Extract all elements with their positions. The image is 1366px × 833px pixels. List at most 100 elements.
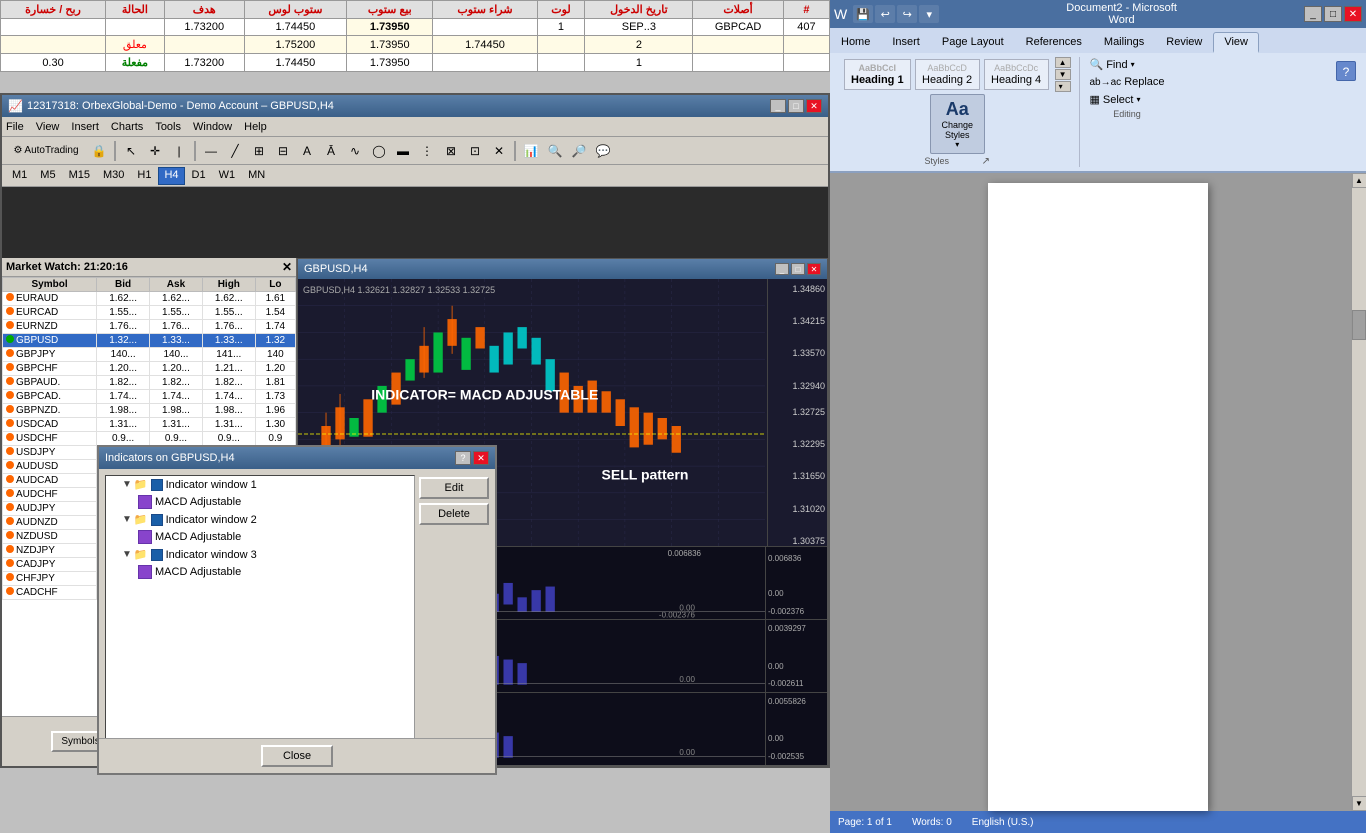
tree-indicator-window-1[interactable]: ▼ 📁 Indicator window 1 xyxy=(106,476,414,493)
find-button[interactable]: 🔍 Find ▾ xyxy=(1088,57,1137,72)
scroll-thumb[interactable] xyxy=(1352,310,1366,340)
menu-insert[interactable]: Insert xyxy=(71,121,99,133)
toolbar-arrow[interactable]: ∿ xyxy=(344,140,366,162)
styles-dialog-launcher[interactable]: ↗ xyxy=(982,156,990,167)
word-close[interactable]: ✕ xyxy=(1344,6,1362,22)
market-watch-row[interactable]: EURNZD 1.76... 1.76... 1.76... 1.74 xyxy=(3,320,296,334)
delete-button[interactable]: Delete xyxy=(419,503,489,525)
replace-button[interactable]: ab→ac Replace xyxy=(1088,75,1167,89)
tf-m1[interactable]: M1 xyxy=(6,167,33,185)
tab-mailings[interactable]: Mailings xyxy=(1093,32,1155,53)
toolbar-cursor[interactable]: ↖ xyxy=(120,140,142,162)
toolbar-gann[interactable]: ⊡ xyxy=(464,140,486,162)
heading4-style[interactable]: AaBbCcDc Heading 4 xyxy=(984,59,1049,90)
dropdown-qat-btn[interactable]: ▾ xyxy=(919,5,939,23)
menu-help[interactable]: Help xyxy=(244,121,267,133)
toolbar-zoomin[interactable]: | xyxy=(168,140,190,162)
toolbar-btn1[interactable]: 🔒 xyxy=(88,140,110,162)
tab-pagelayout[interactable]: Page Layout xyxy=(931,32,1015,53)
maximize-button[interactable]: □ xyxy=(788,99,804,113)
toolbar-tline[interactable]: ╱ xyxy=(224,140,246,162)
toolbar-label[interactable]: Ā xyxy=(320,140,342,162)
toolbar-hline[interactable]: — xyxy=(200,140,222,162)
tf-h4[interactable]: H4 xyxy=(158,167,184,185)
chart-close[interactable]: ✕ xyxy=(807,263,821,275)
scroll-track[interactable] xyxy=(1352,188,1366,796)
toolbar-fib[interactable]: ⊞ xyxy=(248,140,270,162)
toolbar-tri[interactable]: ▬ xyxy=(392,140,414,162)
tab-references[interactable]: References xyxy=(1015,32,1093,53)
toolbar-fib2[interactable]: ⊠ xyxy=(440,140,462,162)
market-watch-close[interactable]: ✕ xyxy=(282,260,292,274)
find-dropdown[interactable]: ▾ xyxy=(1131,60,1135,69)
menu-charts[interactable]: Charts xyxy=(111,121,143,133)
tree-macd-2[interactable]: MACD Adjustable xyxy=(106,528,414,546)
symbol-cell: EURCAD xyxy=(3,306,97,320)
toolbar-text[interactable]: A xyxy=(296,140,318,162)
menu-window[interactable]: Window xyxy=(193,121,232,133)
dialog-close[interactable]: ✕ xyxy=(473,451,489,465)
select-dropdown[interactable]: ▾ xyxy=(1136,95,1140,104)
toolbar-delete[interactable]: ✕ xyxy=(488,140,510,162)
toolbar-obj1[interactable]: ⊟ xyxy=(272,140,294,162)
chart-minimize[interactable]: _ xyxy=(775,263,789,275)
toolbar-crosshair[interactable]: ✛ xyxy=(144,140,166,162)
toolbar-bubble[interactable]: 💬 xyxy=(592,140,614,162)
change-styles-button[interactable]: Aa ChangeStyles ▾ xyxy=(930,94,985,154)
close-dialog-button[interactable]: Close xyxy=(261,745,333,767)
market-watch-row[interactable]: GBPCHF 1.20... 1.20... 1.21... 1.20 xyxy=(3,362,296,376)
tab-view[interactable]: View xyxy=(1213,32,1259,53)
tf-m30[interactable]: M30 xyxy=(97,167,130,185)
tab-insert[interactable]: Insert xyxy=(881,32,931,53)
autotrading-btn[interactable]: ⚙ AutoTrading xyxy=(6,140,86,162)
toolbar-zoom2[interactable]: 🔎 xyxy=(568,140,590,162)
tf-w1[interactable]: W1 xyxy=(213,167,242,185)
edit-button[interactable]: Edit xyxy=(419,477,489,499)
tree-indicator-window-2[interactable]: ▼ 📁 Indicator window 2 xyxy=(106,511,414,528)
tab-home[interactable]: Home xyxy=(830,32,881,53)
market-watch-row[interactable]: GBPAUD. 1.82... 1.82... 1.82... 1.81 xyxy=(3,376,296,390)
tab-review[interactable]: Review xyxy=(1155,32,1213,53)
toolbar-rect[interactable]: ◯ xyxy=(368,140,390,162)
save-qat-btn[interactable]: 💾 xyxy=(853,5,873,23)
scroll-down-button[interactable]: ▼ xyxy=(1352,796,1366,811)
select-button[interactable]: ▦ Select ▾ xyxy=(1088,92,1143,107)
market-watch-row[interactable]: EURCAD 1.55... 1.55... 1.55... 1.54 xyxy=(3,306,296,320)
help-button[interactable]: ? xyxy=(1336,61,1356,81)
market-watch-row[interactable]: GBPCAD. 1.74... 1.74... 1.74... 1.73 xyxy=(3,390,296,404)
minimize-button[interactable]: _ xyxy=(770,99,786,113)
tf-m15[interactable]: M15 xyxy=(63,167,96,185)
menu-file[interactable]: File xyxy=(6,121,24,133)
style-down-arrow[interactable]: ▼ xyxy=(1055,69,1071,80)
market-watch-row[interactable]: USDCHF 0.9... 0.9... 0.9... 0.9 xyxy=(3,432,296,446)
market-watch-row[interactable]: EURAUD 1.62... 1.62... 1.62... 1.61 xyxy=(3,292,296,306)
style-up-arrow[interactable]: ▲ xyxy=(1055,57,1071,68)
market-watch-row[interactable]: GBPNZD. 1.98... 1.98... 1.98... 1.96 xyxy=(3,404,296,418)
style-expand-arrow[interactable]: ▾ xyxy=(1055,81,1071,92)
market-watch-row[interactable]: GBPJPY 140... 140... 141... 140 xyxy=(3,348,296,362)
menu-tools[interactable]: Tools xyxy=(155,121,181,133)
scroll-up-button[interactable]: ▲ xyxy=(1352,173,1366,188)
market-watch-row[interactable]: GBPUSD 1.32... 1.33... 1.33... 1.32 xyxy=(3,334,296,348)
tree-indicator-window-3[interactable]: ▼ 📁 Indicator window 3 xyxy=(106,546,414,563)
tree-macd-1[interactable]: MACD Adjustable xyxy=(106,493,414,511)
close-button[interactable]: ✕ xyxy=(806,99,822,113)
toolbar-zoom[interactable]: 🔍 xyxy=(544,140,566,162)
redo-qat-btn[interactable]: ↪ xyxy=(897,5,917,23)
heading2-style[interactable]: AaBbCcD Heading 2 xyxy=(915,59,980,90)
tree-macd-3[interactable]: MACD Adjustable xyxy=(106,563,414,581)
menu-view[interactable]: View xyxy=(36,121,60,133)
chart-maximize[interactable]: □ xyxy=(791,263,805,275)
toolbar-chan[interactable]: ⋮ xyxy=(416,140,438,162)
market-watch-row[interactable]: USDCAD 1.31... 1.31... 1.31... 1.30 xyxy=(3,418,296,432)
tf-h1[interactable]: H1 xyxy=(131,167,157,185)
undo-qat-btn[interactable]: ↩ xyxy=(875,5,895,23)
dialog-help[interactable]: ? xyxy=(455,451,471,465)
tf-m5[interactable]: M5 xyxy=(34,167,61,185)
heading1-style[interactable]: AaBbCcI Heading 1 xyxy=(844,59,911,90)
toolbar-chart[interactable]: 📊 xyxy=(520,140,542,162)
tf-d1[interactable]: D1 xyxy=(186,167,212,185)
tf-mn[interactable]: MN xyxy=(242,167,271,185)
word-minimize[interactable]: _ xyxy=(1304,6,1322,22)
word-maximize[interactable]: □ xyxy=(1324,6,1342,22)
